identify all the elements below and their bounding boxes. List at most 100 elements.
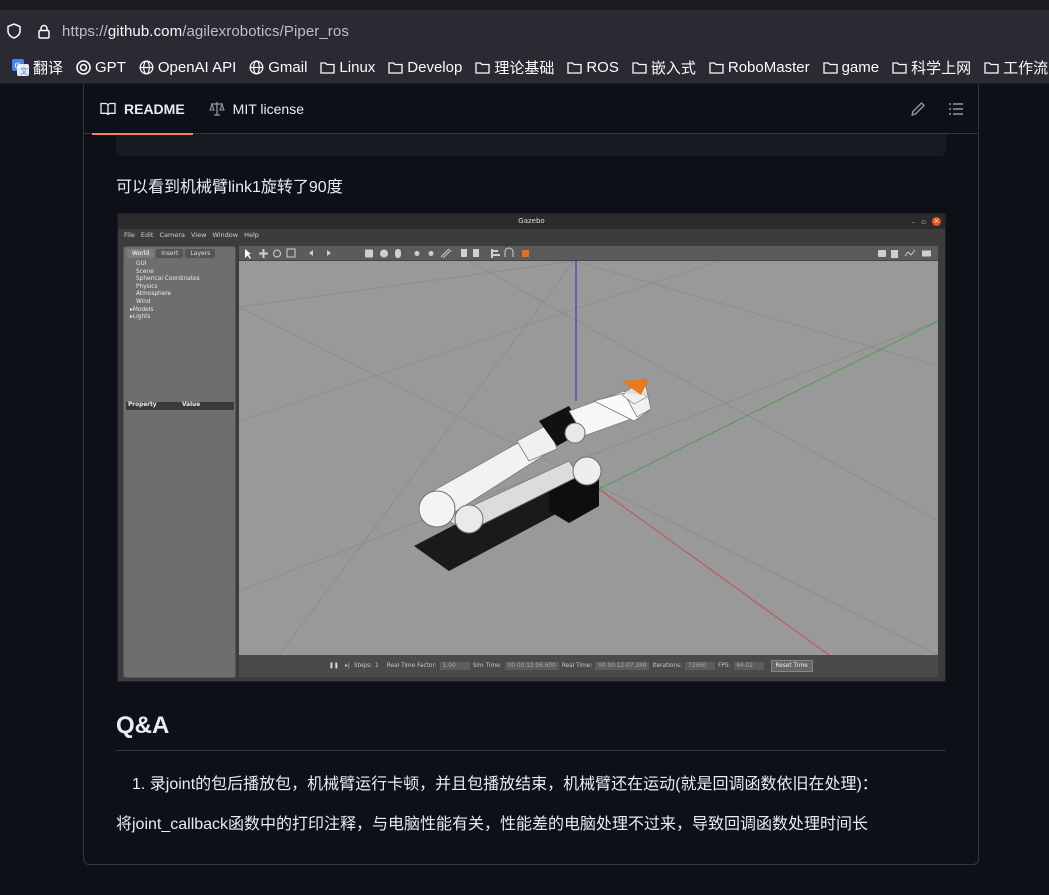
- fps-label: FPS:: [718, 663, 731, 669]
- tree-item-label: Lights: [132, 314, 151, 321]
- gazebo-tab-world: World: [127, 249, 155, 258]
- prop-header-property: Property: [128, 402, 157, 408]
- tree-item: Scene: [136, 268, 154, 275]
- bookmark-folder-ros[interactable]: ROS: [567, 59, 619, 76]
- bookmark-label: Develop: [407, 59, 463, 76]
- folder-icon: [567, 62, 582, 74]
- bookmark-openai-api[interactable]: OpenAI API: [139, 59, 236, 76]
- url-text[interactable]: https://github.com/agilexrobotics/Piper_…: [62, 23, 349, 40]
- bookmark-gmail[interactable]: Gmail: [249, 59, 307, 76]
- readme-card: README MIT license 可以看到机械臂link1旋转了90度 Ga…: [83, 84, 979, 865]
- bookmark-folder-proxy[interactable]: 科学上网: [892, 57, 971, 78]
- sim-time-label: Sim Time:: [472, 663, 502, 669]
- readme-tabbar: README MIT license: [84, 84, 978, 135]
- openai-icon: [76, 60, 91, 75]
- gazebo-menubar: File Edit Camera View Window Help: [124, 231, 259, 239]
- url-host: github.com: [107, 22, 183, 40]
- translate-icon: G文: [12, 59, 29, 76]
- outline-list-icon[interactable]: [948, 101, 964, 117]
- bookmark-folder-robomaster[interactable]: RoboMaster: [709, 59, 810, 76]
- readme-actions: [910, 101, 964, 117]
- globe-icon: [249, 60, 264, 75]
- gazebo-menu-camera: Camera: [159, 231, 185, 239]
- rtf-value: 1.00: [439, 662, 470, 670]
- bookmark-folder-theory[interactable]: 理论基础: [475, 57, 554, 78]
- bookmark-folder-develop[interactable]: Develop: [388, 59, 462, 76]
- pause-icon: ❚❚: [329, 663, 339, 669]
- code-block: [116, 134, 946, 156]
- address-bar[interactable]: https://github.com/agilexrobotics/Piper_…: [0, 10, 1049, 52]
- maximize-icon: ▫: [921, 217, 926, 226]
- gazebo-menu-view: View: [191, 231, 207, 239]
- url-path: /agilexrobotics/Piper_ros: [182, 22, 349, 40]
- tree-item: Atmosphere: [136, 291, 172, 298]
- gazebo-status-bar: ❚❚ ▸| Steps: 1 Real Time Factor: 1.00 Si…: [239, 655, 938, 677]
- gazebo-window-buttons: – ▫ ×: [912, 217, 941, 226]
- tree-item: Spherical Coordinates: [136, 276, 200, 283]
- bookmark-translate[interactable]: G文 翻译: [12, 57, 63, 78]
- bookmarks-toolbar: G文 翻译 GPT OpenAI API Gmail Linux Develop…: [0, 52, 1049, 84]
- tab-label: README: [124, 100, 185, 117]
- tab-label: MIT license: [232, 100, 304, 117]
- folder-icon: [388, 62, 403, 74]
- tab-license[interactable]: MIT license: [201, 84, 312, 134]
- paragraph-rotation-note: 可以看到机械臂link1旋转了90度: [116, 179, 343, 196]
- gazebo-toolbar: [239, 246, 938, 261]
- gazebo-tab-insert: Insert: [156, 249, 184, 258]
- folder-icon: [892, 62, 907, 74]
- rtf-label: Real Time Factor:: [386, 663, 437, 669]
- tab-readme[interactable]: README: [92, 84, 193, 135]
- bookmark-label: 科学上网: [911, 60, 972, 77]
- bookmark-gpt[interactable]: GPT: [76, 59, 126, 76]
- gazebo-toolbar-icons: [245, 247, 931, 259]
- tree-item-label: Models: [132, 306, 154, 313]
- gazebo-scene: [239, 261, 938, 655]
- list-item: 1. 录joint的包后播放包，机械臂运行卡顿，并且包播放结束，机械臂还在运动(…: [132, 776, 878, 793]
- folder-icon: [320, 62, 336, 74]
- folder-icon: [632, 62, 647, 74]
- iterations-value: 72660: [685, 662, 716, 670]
- globe-icon: [139, 60, 154, 75]
- steps-value: 1: [375, 663, 379, 669]
- tree-item: GUI: [136, 261, 147, 267]
- bookmark-folder-embedded[interactable]: 嵌入式: [632, 57, 696, 78]
- url-scheme: https://: [62, 22, 108, 40]
- gazebo-tab-layers: Layers: [185, 249, 216, 258]
- bookmark-label: game: [841, 59, 880, 76]
- bookmark-label: Gmail: [268, 59, 308, 76]
- gazebo-menu-file: File: [124, 231, 135, 239]
- gazebo-menu-help: Help: [244, 231, 259, 239]
- folder-icon: [475, 62, 490, 74]
- pencil-icon[interactable]: [910, 101, 926, 117]
- gazebo-3d-viewport: [239, 261, 938, 655]
- folder-icon: [709, 62, 724, 74]
- bookmark-folder-workflow[interactable]: 工作流: [984, 57, 1048, 78]
- bookmark-label: 嵌入式: [650, 60, 696, 77]
- lock-icon[interactable]: [36, 23, 52, 39]
- folder-icon: [984, 62, 999, 74]
- scale-icon: [208, 102, 225, 116]
- svg-text:文: 文: [20, 66, 28, 76]
- paragraph-answer: 将joint_callback函数中的打印注释，与电脑性能有关，性能差的电脑处理…: [116, 816, 869, 833]
- shield-icon[interactable]: [6, 23, 22, 39]
- minimize-icon: –: [911, 217, 916, 226]
- close-icon: ×: [932, 217, 941, 226]
- prop-header-value: Value: [182, 402, 201, 408]
- tree-item: Wind: [136, 298, 151, 305]
- step-icon: ▸|: [345, 663, 350, 669]
- bookmark-folder-game[interactable]: game: [822, 59, 880, 76]
- bookmark-label: RoboMaster: [727, 59, 810, 76]
- gazebo-screenshot: Gazebo – ▫ × File Edit Camera View Windo…: [117, 213, 946, 682]
- bookmark-label: 理论基础: [494, 60, 555, 77]
- real-time-label: Real Time:: [561, 663, 593, 669]
- folder-icon: [822, 62, 838, 74]
- bookmark-label: Linux: [339, 59, 376, 76]
- steps-label: Steps:: [353, 663, 373, 669]
- iterations-label: Iterations:: [652, 663, 683, 669]
- bookmark-folder-linux[interactable]: Linux: [320, 59, 375, 76]
- heading-qa: Q&A: [116, 712, 946, 751]
- gazebo-title: Gazebo: [118, 214, 945, 229]
- gazebo-menu-window: Window: [212, 231, 239, 239]
- reset-time-button: Reset Time: [770, 660, 813, 672]
- tree-item: ▸Models: [130, 306, 235, 315]
